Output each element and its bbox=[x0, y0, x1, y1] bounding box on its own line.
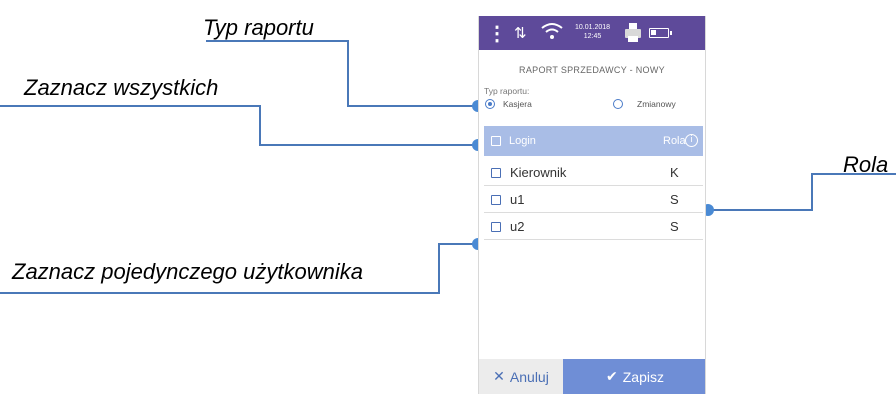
radio-zmianowy[interactable] bbox=[613, 99, 623, 109]
table-header: Login Rola i bbox=[484, 126, 703, 156]
wifi-icon bbox=[541, 22, 563, 45]
save-label: Zapisz bbox=[622, 368, 664, 385]
bottom-bar: ✕ Anuluj ✔ Zapisz bbox=[479, 359, 705, 394]
callout-rola: Rola bbox=[843, 152, 889, 177]
menu-icon[interactable]: ⋮ bbox=[487, 21, 507, 46]
callout-zaznacz-pojedynczego: Zaznacz pojedynczego użytkownika bbox=[12, 259, 363, 284]
date-time: 10.01.2018 12:45 bbox=[575, 23, 610, 41]
close-icon: ✕ bbox=[493, 368, 505, 385]
row-login: u2 bbox=[510, 219, 525, 234]
row-checkbox[interactable] bbox=[491, 168, 501, 178]
status-bar: ⋮ ⇅ 10.01.2018 12:45 bbox=[479, 16, 705, 50]
table-row[interactable]: Kierownik K bbox=[484, 159, 703, 186]
row-rola: K bbox=[670, 165, 679, 180]
save-button[interactable]: ✔ Zapisz bbox=[563, 359, 705, 394]
radio-kasjera-label[interactable]: Kasjera bbox=[503, 99, 532, 109]
printer-icon bbox=[625, 23, 641, 48]
callout-typ-raportu: Typ raportu bbox=[203, 15, 314, 40]
column-header-rola[interactable]: Rola bbox=[663, 135, 686, 147]
status-time: 12:45 bbox=[583, 33, 602, 40]
line-typ-raportu bbox=[206, 40, 478, 107]
table-row[interactable]: u1 S bbox=[484, 186, 703, 213]
column-header-login[interactable]: Login bbox=[509, 135, 536, 147]
info-icon[interactable]: i bbox=[685, 134, 698, 147]
row-rola: S bbox=[670, 192, 679, 207]
battery-icon bbox=[649, 28, 672, 38]
row-checkbox[interactable] bbox=[491, 195, 501, 205]
line-rola bbox=[708, 173, 896, 211]
callout-zaznacz-wszystkich: Zaznacz wszystkich bbox=[24, 75, 219, 100]
cancel-button[interactable]: ✕ Anuluj bbox=[479, 359, 563, 394]
callout-lines bbox=[0, 40, 896, 294]
cancel-label: Anuluj bbox=[509, 368, 549, 385]
status-date: 10.01.2018 bbox=[575, 24, 611, 31]
row-login: Kierownik bbox=[510, 165, 567, 180]
data-transfer-icon: ⇅ bbox=[514, 25, 527, 42]
page-title: RAPORT SPRZEDAWCY - NOWY bbox=[519, 65, 665, 75]
check-icon: ✔ bbox=[606, 368, 618, 385]
line-zaznacz-wszystkich bbox=[0, 105, 478, 146]
report-type-options: Kasjera Zmianowy bbox=[479, 97, 705, 113]
table-row[interactable]: u2 S bbox=[484, 213, 703, 240]
phone-screen: ⋮ ⇅ 10.01.2018 12:45 RAPORT SPRZEDAWCY -… bbox=[478, 16, 706, 394]
select-all-checkbox[interactable] bbox=[491, 136, 501, 146]
row-rola: S bbox=[670, 219, 679, 234]
radio-zmianowy-label[interactable]: Zmianowy bbox=[637, 99, 676, 109]
report-type-label: Typ raportu: bbox=[484, 86, 530, 96]
row-login: u1 bbox=[510, 192, 525, 207]
radio-kasjera[interactable] bbox=[485, 99, 495, 109]
row-checkbox[interactable] bbox=[491, 222, 501, 232]
